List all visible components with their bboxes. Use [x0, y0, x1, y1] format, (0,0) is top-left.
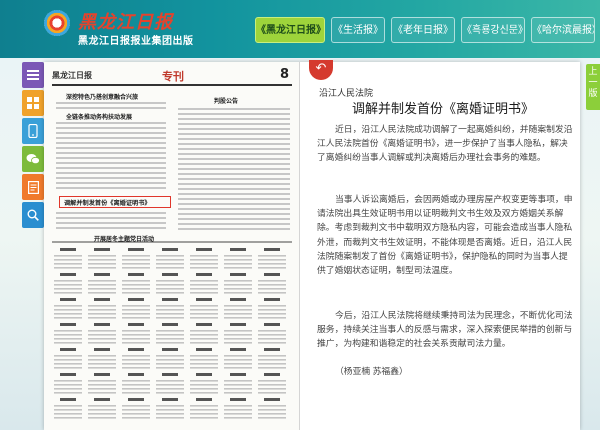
back-arrow-icon: ↶: [315, 61, 327, 76]
wechat-icon: [26, 154, 40, 165]
document-icon: [27, 180, 39, 194]
menu-button[interactable]: [22, 62, 44, 88]
site-logo[interactable]: 黑龙江日报 黑龙江日报报业集团出版: [44, 8, 244, 52]
article-paragraph: 当事人诉讼离婚后，会因两婚或办理房屋产权变更等事项，申请法院出具生效证明书用以证…: [317, 194, 573, 276]
grid-button[interactable]: [22, 90, 44, 116]
menu-icon: [27, 70, 39, 80]
site-header: 黑龙江日报 黑龙江日报报业集团出版 《黑龙江日报》 《生活报》 《老年日报》 《…: [0, 0, 600, 58]
mobile-button[interactable]: [22, 118, 44, 144]
phone-icon: [28, 124, 38, 138]
brand-subtitle: 黑龙江日报报业集团出版: [78, 36, 194, 47]
back-button[interactable]: ↶: [309, 60, 333, 80]
tab-korean-daily[interactable]: 《흑룡강신문》: [461, 17, 525, 43]
newspaper-page-thumbnail[interactable]: 黑龙江日报 专刊 8 深挖特色乃搭创意融合兴旅 全链条推动务构扶动发展 判股公告…: [44, 62, 300, 430]
tab-heilongjiang-daily[interactable]: 《黑龙江日报》: [255, 17, 325, 43]
newspaper-text-columns: [52, 102, 292, 419]
article-byline: （杨亚楠 苏福鑫）: [335, 366, 408, 376]
article-headline: 调解并制发首份《离婚证明书》: [351, 101, 534, 116]
next-page-button[interactable]: 上一版: [586, 64, 600, 110]
article-paragraph: 今后，沿江人民法院将继续秉持司法为民理念，不断优化司法服务，持续关注当事人的反感…: [317, 310, 573, 349]
tab-harbin-morning[interactable]: 《哈尔滨晨报》: [531, 17, 595, 43]
epaper-viewer: 黑龙江日报 专刊 8 深挖特色乃搭创意融合兴旅 全链条推动务构扶动发展 判股公告…: [44, 60, 580, 430]
wechat-button[interactable]: [22, 146, 44, 172]
tab-life-daily[interactable]: 《生活报》: [331, 17, 385, 43]
grid-icon: [27, 97, 39, 109]
search-icon: [27, 209, 39, 221]
document-button[interactable]: [22, 174, 44, 200]
logo-emblem-icon: [44, 10, 70, 36]
article-paragraph: 近日，沿江人民法院成功调解了一起离婚纠纷，并随案制发沿江人民法院首份《离婚证明书…: [317, 124, 573, 163]
brand-title: 黑龙江日报: [78, 12, 173, 33]
search-button[interactable]: [22, 202, 44, 228]
article-page: ↶ 沿江人民法院 调解并制发首份《离婚证明书》 近日，沿江人民法院成功调解了一起…: [301, 60, 580, 430]
tab-senior-daily[interactable]: 《老年日报》: [391, 17, 455, 43]
